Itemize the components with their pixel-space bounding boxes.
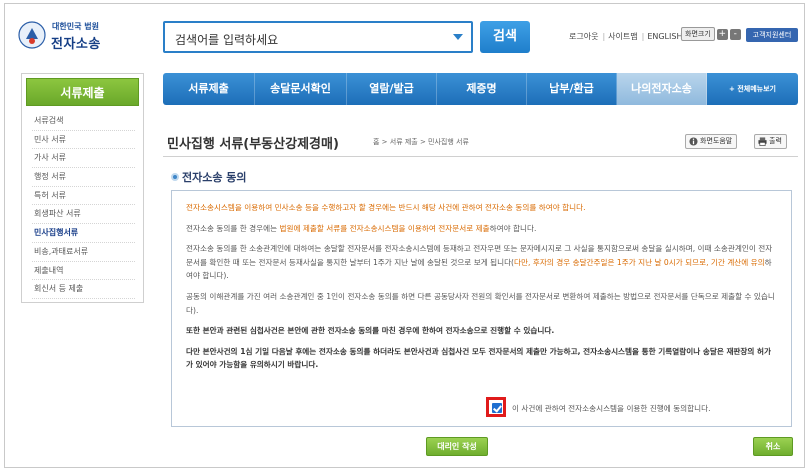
consent-paragraph: 다만 본안사건의 1심 기일 다음날 후에는 전자소송 동의를 하더라도 본안사… (186, 346, 772, 370)
title-divider (163, 156, 798, 157)
sidebar-item-active[interactable]: 민사집행서류 (32, 224, 135, 243)
nav-tab[interactable]: 납부/환급 (527, 73, 617, 105)
help-button[interactable]: 화면도움말 (685, 134, 738, 149)
nav-tab[interactable]: 열람/발급 (347, 73, 437, 105)
nav-tab-active[interactable]: 나의전자소송 (617, 73, 707, 105)
sidebar: 서류제출 서류검색 민사 서류 가사 서류 행정 서류 특허 서류 회생파산 서… (21, 73, 144, 303)
section-title: 전자소송 동의 (171, 169, 247, 185)
print-button-label: 출력 (769, 137, 782, 145)
all-menu-button[interactable]: + 전체메뉴보기 (707, 73, 798, 105)
consent-paragraph: 또한 본안과 관련된 심첩사건은 본안에 관한 전자소송 동의를 마친 경우에 … (186, 326, 555, 336)
court-emblem-icon (18, 21, 46, 49)
sidebar-item[interactable]: 제출내역 (32, 262, 135, 281)
logout-link[interactable]: 로그아웃 (569, 32, 598, 41)
english-link[interactable]: ENGLISH (647, 32, 682, 41)
page-title: 민사집행 서류(부동산강제경매) (167, 137, 339, 152)
search-input[interactable]: 검색어를 입력하세요 (163, 21, 473, 53)
agree-label[interactable]: 이 사건에 관하여 전자소송시스템을 이용한 진행에 동의합니다. (512, 403, 711, 414)
highlight-text: 다만, 후자의 경우 송달간주일은 1주가 지난 날 0시가 되므로, 기간 계… (514, 257, 765, 267)
logo-court-text: 대한민국 법원 (52, 22, 99, 31)
zoom-in-button[interactable]: + (716, 28, 728, 40)
main-nav: 서류제출 송달문서확인 열람/발급 제증명 납부/환급 나의전자소송 + 전체메… (163, 73, 798, 105)
search-button[interactable]: 검색 (480, 21, 530, 53)
nav-tab[interactable]: 제증명 (437, 73, 527, 105)
zoom-label: 화면크기 (681, 27, 715, 41)
search-placeholder: 검색어를 입력하세요 (175, 33, 279, 47)
sitemap-link[interactable]: 사이트맵 (608, 32, 637, 41)
print-button[interactable]: 출력 (754, 134, 787, 149)
bullet-icon (171, 173, 179, 181)
consent-paragraph: 전자소송 동의를 한 경우에는 법원에 제출할 서류를 전자소송시스템을 이용하… (186, 222, 777, 236)
customer-center-button[interactable]: 고객지원센터 (746, 28, 798, 42)
consent-paragraph: 전자소송 동의를 한 소송관계인에 대하여는 송달할 전자문서를 전자소송시스템… (186, 242, 777, 283)
sidebar-item[interactable]: 회생파산 서류 (32, 205, 135, 225)
highlight-text: 법원에 제출할 서류를 전자소송시스템을 이용하여 전자문서로 제출 (279, 223, 490, 233)
breadcrumb: 홈 > 서류 제출 > 민사집행 서류 (373, 138, 469, 146)
zoom-out-button[interactable]: - (729, 28, 741, 40)
sidebar-item[interactable]: 서류검색 (32, 112, 135, 131)
sidebar-item[interactable]: 가사 서류 (32, 149, 135, 169)
sidebar-title[interactable]: 서류제출 (26, 78, 139, 106)
text-span: 전자소송 동의를 한 경우에는 (186, 223, 280, 233)
nav-tab[interactable]: 서류제출 (163, 73, 255, 105)
section-title-text: 전자소송 동의 (182, 171, 247, 184)
printer-icon (758, 137, 767, 146)
consent-paragraph: 공동의 이해관계를 가진 여러 소송관계인 중 1인이 전자소송 동의를 하면 … (186, 291, 775, 315)
sidebar-item[interactable]: 특허 서류 (32, 187, 135, 206)
site-logo[interactable]: 대한민국 법원 전자소송 (17, 18, 137, 54)
agree-checkbox[interactable] (486, 397, 506, 417)
utility-links: 로그아웃 | 사이트맵 | ENGLISH (569, 32, 683, 41)
consent-paragraph: 전자소송시스템을 이용하여 민사소송 등을 수행하고자 할 경우에는 반드시 해… (186, 203, 586, 212)
sidebar-item[interactable]: 비송,과태료서류 (32, 243, 135, 262)
proxy-write-button[interactable]: 대리인 작성 (426, 437, 488, 456)
consent-panel: 전자소송시스템을 이용하여 민사소송 등을 수행하고자 할 경우에는 반드시 해… (171, 190, 792, 427)
app-frame: 대한민국 법원 전자소송 검색어를 입력하세요 검색 로그아웃 | 사이트맵 | ENG… (4, 3, 805, 468)
checkmark-icon (492, 403, 502, 413)
logo-name-text: 전자소송 (51, 37, 101, 52)
sidebar-item[interactable]: 민사 서류 (32, 131, 135, 150)
cancel-button[interactable]: 취소 (753, 437, 793, 456)
sidebar-list: 서류검색 민사 서류 가사 서류 행정 서류 특허 서류 회생파산 서류 민사집… (32, 112, 135, 299)
info-icon (689, 137, 698, 146)
chevron-down-icon[interactable] (453, 34, 463, 40)
zoom-control: 화면크기 + - (681, 27, 741, 41)
text-span: 하여야 합니다. (489, 223, 537, 233)
help-button-label: 화면도움말 (700, 137, 733, 145)
nav-tab[interactable]: 송달문서확인 (255, 73, 347, 105)
sidebar-item[interactable]: 행정 서류 (32, 168, 135, 187)
sidebar-item[interactable]: 회신서 등 제출 (32, 280, 135, 299)
